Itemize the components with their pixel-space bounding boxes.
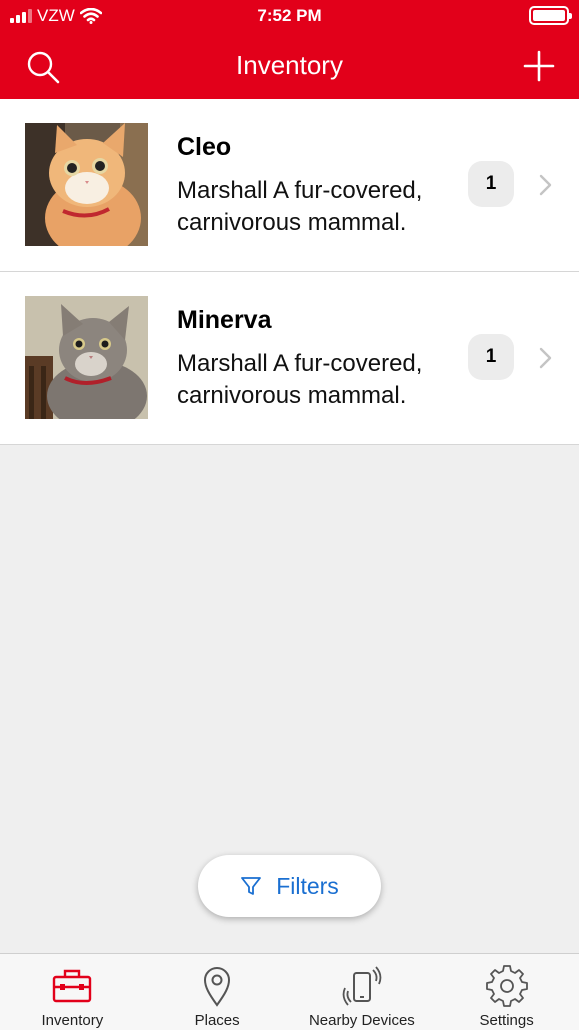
chevron-right-icon: [539, 347, 552, 369]
tab-bar: Inventory Places Nearby Devices Settings: [0, 953, 579, 1030]
list-item[interactable]: Cleo Marshall A fur-covered, carnivorous…: [0, 99, 579, 272]
filter-funnel-icon: [241, 877, 262, 895]
tab-places[interactable]: Places: [145, 954, 290, 1030]
plus-icon[interactable]: [521, 48, 557, 84]
item-count-badge: 1: [468, 334, 514, 380]
status-time: 7:52 PM: [257, 6, 322, 25]
filters-label: Filters: [276, 872, 339, 899]
item-photo: [25, 123, 148, 246]
tab-label: Inventory: [41, 1012, 104, 1029]
location-pin-icon: [204, 967, 231, 1007]
gear-icon: [485, 965, 528, 1007]
item-description: Marshall A fur-covered, carnivorous mamm…: [177, 350, 423, 409]
toolbox-icon: [53, 969, 92, 1003]
tab-label: Places: [194, 1012, 240, 1029]
item-count-badge: 1: [468, 161, 514, 207]
battery-icon: [529, 6, 572, 25]
tab-nearby-devices[interactable]: Nearby Devices: [290, 954, 435, 1030]
item-name: Cleo: [177, 133, 232, 161]
item-description: Marshall A fur-covered, carnivorous mamm…: [177, 177, 423, 236]
tab-label: Settings: [479, 1012, 534, 1029]
page-title: Inventory: [236, 50, 343, 80]
filters-button[interactable]: Filters: [198, 855, 381, 917]
tab-inventory[interactable]: Inventory: [0, 954, 145, 1030]
nav-bar: Inventory: [0, 36, 579, 96]
tab-settings[interactable]: Settings: [434, 954, 579, 1030]
list-item[interactable]: Minerva Marshall A fur-covered, carnivor…: [0, 272, 579, 445]
status-bar: VZW 7:52 PM: [0, 0, 579, 32]
top-bar: VZW 7:52 PM Inventory: [0, 0, 579, 99]
tab-label: Nearby Devices: [308, 1012, 415, 1029]
inventory-list: Cleo Marshall A fur-covered, carnivorous…: [0, 99, 579, 445]
item-photo: [25, 296, 148, 419]
item-name: Minerva: [177, 306, 272, 334]
chevron-right-icon: [539, 174, 552, 196]
nearby-phone-icon: [342, 966, 382, 1006]
